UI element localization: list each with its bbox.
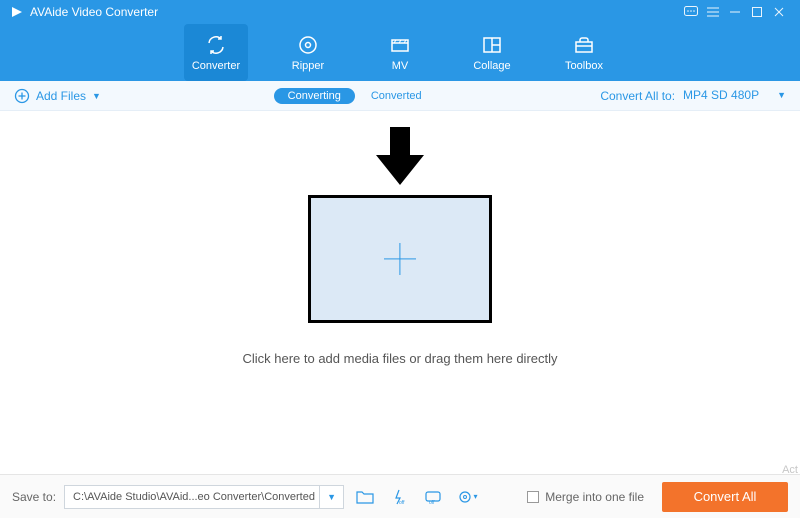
sub-bar: Add Files ▼ Converting Converted Convert… (0, 81, 800, 111)
minimize-icon[interactable] (724, 1, 746, 23)
plus-circle-icon (14, 88, 30, 104)
chevron-down-icon: ▼ (777, 90, 786, 100)
ripper-icon (297, 34, 319, 56)
save-path-dropdown[interactable]: ▼ (320, 485, 344, 509)
open-folder-icon[interactable] (352, 485, 378, 509)
nav-label: Toolbox (565, 60, 603, 72)
drop-hint: Click here to add media files or drag th… (242, 351, 557, 366)
feedback-icon[interactable] (680, 1, 702, 23)
convert-all-to[interactable]: Convert All to: MP4 SD 480P ▼ (600, 88, 786, 103)
mv-icon (389, 34, 411, 56)
add-files-button[interactable]: Add Files ▼ (14, 88, 101, 104)
converter-icon (205, 34, 227, 56)
merge-label: Merge into one file (545, 490, 644, 504)
bottom-bar: Save to: C:\AVAide Studio\AVAid...eo Con… (0, 474, 800, 518)
tab-converting[interactable]: Converting (274, 88, 355, 104)
app-logo-icon (10, 5, 24, 19)
toolbox-icon (573, 34, 595, 56)
nav-converter[interactable]: Converter (184, 24, 248, 81)
nav-label: MV (392, 60, 409, 72)
convert-all-button[interactable]: Convert All (662, 482, 788, 512)
tab-converted[interactable]: Converted (365, 88, 428, 104)
nav-label: Ripper (292, 60, 324, 72)
settings-icon[interactable]: ▾ (454, 485, 480, 509)
title-bar: AVAide Video Converter (0, 0, 800, 24)
save-path-field[interactable]: C:\AVAide Studio\AVAid...eo Converter\Co… (64, 485, 320, 509)
output-format: MP4 SD 480P (683, 88, 759, 102)
nav-label: Collage (473, 60, 510, 72)
nav-collage[interactable]: Collage (460, 24, 524, 81)
nav-toolbox[interactable]: Toolbox (552, 24, 616, 81)
merge-checkbox[interactable]: Merge into one file (527, 490, 644, 504)
nav-label: Converter (192, 60, 240, 72)
close-icon[interactable] (768, 1, 790, 23)
svg-text:off: off (399, 500, 405, 505)
arrow-down-icon (372, 125, 428, 187)
high-speed-icon[interactable]: off (420, 485, 446, 509)
svg-text:off: off (429, 500, 435, 505)
chevron-down-icon: ▼ (92, 91, 101, 101)
add-files-label: Add Files (36, 89, 86, 103)
hardware-accel-icon[interactable]: off (386, 485, 412, 509)
plus-icon (384, 243, 416, 275)
app-title: AVAide Video Converter (30, 5, 158, 19)
maximize-icon[interactable] (746, 1, 768, 23)
save-to-label: Save to: (12, 490, 56, 504)
nav-mv[interactable]: MV (368, 24, 432, 81)
nav-ripper[interactable]: Ripper (276, 24, 340, 81)
main-nav: Converter Ripper MV Collage Toolbox (0, 24, 800, 81)
menu-icon[interactable] (702, 1, 724, 23)
drop-zone[interactable] (308, 195, 492, 323)
collage-icon (481, 34, 503, 56)
convert-all-to-label: Convert All to: (600, 89, 675, 103)
main-area: Click here to add media files or drag th… (0, 111, 800, 474)
checkbox-icon (527, 491, 539, 503)
